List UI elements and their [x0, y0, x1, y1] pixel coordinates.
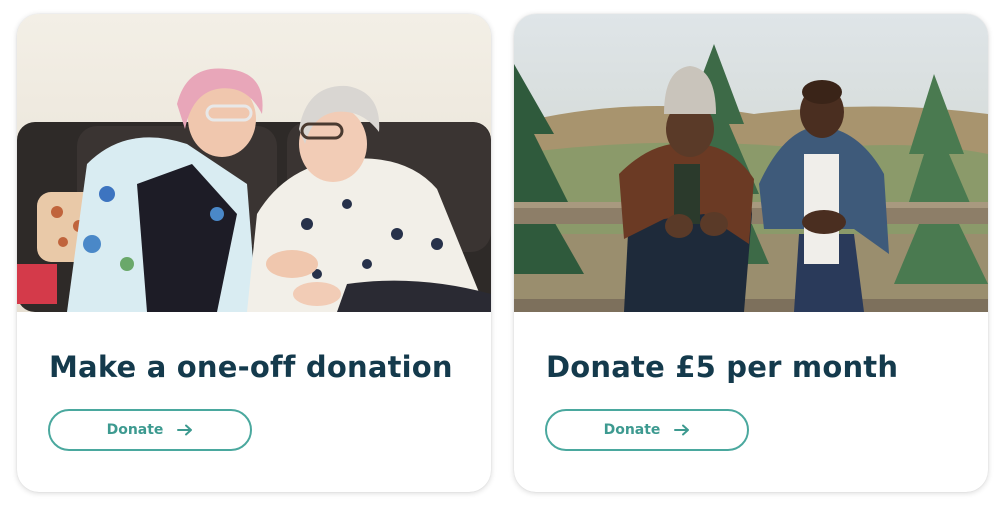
card-photo-men-at-fence	[514, 14, 988, 312]
arrow-right-icon	[674, 424, 690, 436]
monthly-donation-card: Donate £5 per month Donate	[514, 14, 988, 492]
donate-button-label: Donate	[106, 422, 164, 438]
card-photo-women-on-sofa	[17, 14, 491, 312]
arrow-right-icon	[177, 424, 193, 436]
donate-button-label: Donate	[603, 422, 661, 438]
donation-cards: Make a one-off donation Donate Donate £5…	[0, 0, 1004, 514]
donate-button[interactable]: Donate	[545, 409, 749, 451]
card-title: Make a one-off donation	[49, 350, 453, 384]
card-title: Donate £5 per month	[546, 350, 899, 384]
donate-button[interactable]: Donate	[48, 409, 252, 451]
one-off-donation-card: Make a one-off donation Donate	[17, 14, 491, 492]
